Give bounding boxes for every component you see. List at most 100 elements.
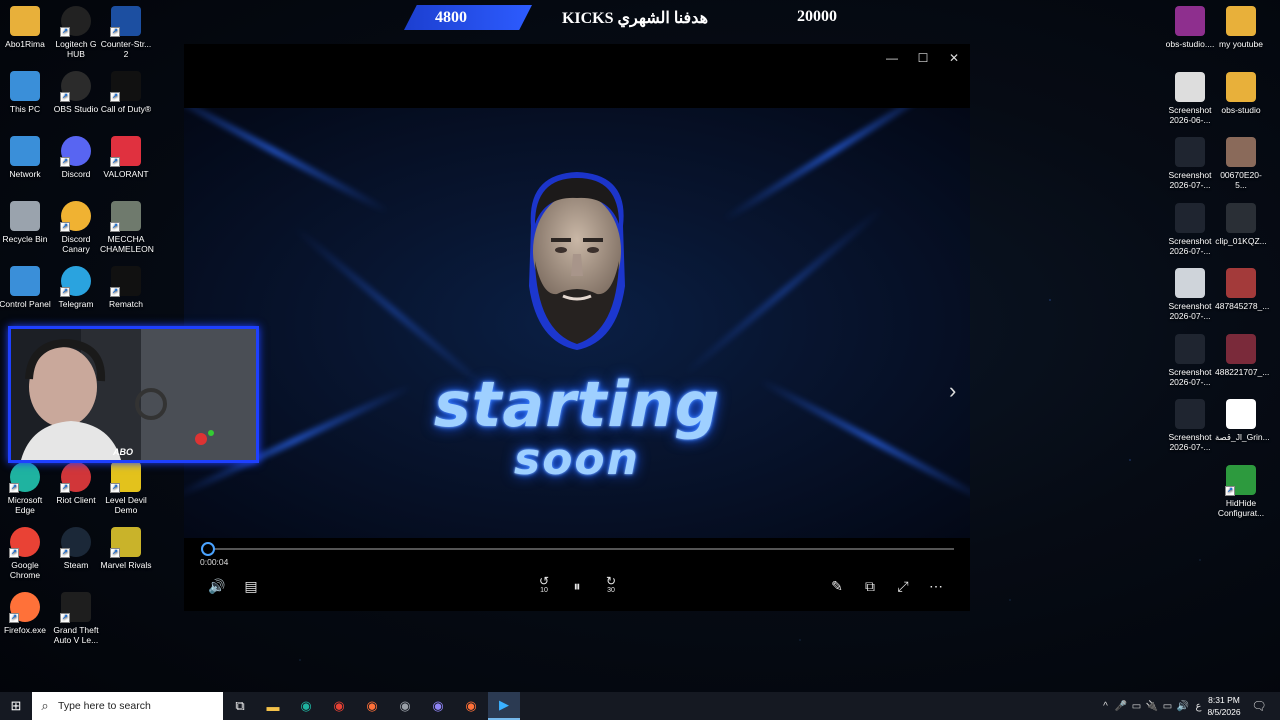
desktop-icon-call-of-duty[interactable]: ↗ Call of Duty® [100, 71, 152, 114]
speaker-icon[interactable]: 🔊 [1176, 692, 1191, 720]
volume-icon[interactable]: 🔊 [205, 574, 229, 598]
desktop-icon-label: Steam [63, 560, 89, 570]
desktop-icon-folder[interactable]: Abo1Rima [0, 6, 51, 49]
rewind-10-button[interactable]: ↺ 10 [532, 574, 556, 598]
desktop-icon-video-file[interactable]: قصة_Jl_Grin... [1215, 399, 1270, 442]
forward-30-button[interactable]: ↻ 30 [599, 574, 623, 598]
close-button[interactable]: ✕ [939, 48, 969, 68]
desktop-icon-screenshot[interactable]: Screenshot 2026-07-... [1164, 137, 1216, 190]
start-button[interactable]: ⊞ [0, 692, 32, 720]
shortcut-arrow-icon: ↗ [60, 613, 70, 623]
shortcut-arrow-icon: ↗ [60, 287, 70, 297]
desktop-icon-valorant[interactable]: ↗ VALORANT [100, 136, 152, 179]
display-icon[interactable]: ▭ [1160, 692, 1175, 720]
desktop-icon-rematch[interactable]: ↗ Rematch [100, 266, 152, 309]
desktop-icon-screenshot[interactable]: Screenshot 2026-07-... [1164, 268, 1216, 321]
folder-icon [1226, 6, 1256, 36]
desktop-icon-steam[interactable]: ↗ Steam [50, 527, 102, 570]
desktop-icon-obs[interactable]: ↗ OBS Studio [50, 71, 102, 114]
desktop-icon-marvel-rivals[interactable]: ↗ Marvel Rivals [100, 527, 152, 570]
desktop-icon-edge[interactable]: ↗ Microsoft Edge [0, 462, 51, 515]
miniplayer-icon[interactable]: ⧉ [858, 574, 882, 598]
desktop-icon-winrar[interactable]: obs-studio.... [1164, 6, 1216, 49]
next-arrow-icon[interactable]: › [949, 378, 956, 404]
clock-time: 8:31 PM [1208, 695, 1240, 705]
starting-soon-title: starting soon [406, 373, 748, 483]
desktop-icon-screenshot[interactable]: Screenshot 2026-07-... [1164, 399, 1216, 452]
chrome-icon[interactable]: ◉ [323, 692, 355, 720]
desktop-icon-control-panel[interactable]: Control Panel [0, 266, 51, 309]
desktop-icon-screenshot[interactable]: Screenshot 2026-07-... [1164, 333, 1216, 387]
show-hidden-icons-icon[interactable]: ^ [1098, 692, 1113, 720]
video-file-icon [1226, 399, 1256, 429]
desktop-icon-image[interactable]: 00670E20-5... [1215, 137, 1267, 190]
desktop-icon-label: Level Devil Demo [105, 495, 147, 515]
desktop-icon-telegram[interactable]: ↗ Telegram [50, 266, 102, 309]
desktop-icon-logitech-g[interactable]: ↗ Logitech G HUB [50, 6, 102, 59]
desktop-icon-label: Discord [61, 169, 91, 179]
video-frame[interactable]: starting soon › [184, 108, 970, 538]
desktop-icon-label: Telegram [58, 299, 94, 309]
desktop-icon-screenshot[interactable]: Screenshot 2026-06-... [1164, 71, 1216, 125]
file-explorer-icon[interactable]: ▬ [257, 692, 289, 720]
desktop-icon-chrome[interactable]: ↗ Google Chrome [0, 527, 51, 580]
desktop-icon-recycle-bin[interactable]: Recycle Bin [0, 201, 51, 244]
shortcut-arrow-icon: ↗ [9, 483, 19, 493]
seek-thumb[interactable] [201, 542, 215, 556]
notification-icon[interactable]: 🗨 [1248, 692, 1270, 720]
desktop-icon-counter-strike[interactable]: ↗ Counter-Str... 2 [100, 6, 152, 59]
firefox-icon[interactable]: ◉ [455, 692, 487, 720]
recycle-bin-icon [10, 201, 40, 231]
power-icon[interactable]: 🔌 [1145, 692, 1160, 720]
desktop-icon-riot[interactable]: ↗ Riot Client [50, 462, 102, 505]
hidhide-icon: ↗ [1225, 464, 1256, 496]
desktop-icon-discord[interactable]: ↗ Discord [50, 136, 102, 179]
subtitles-icon[interactable]: ▤ [239, 574, 263, 598]
desktop-icon-game[interactable]: ↗ MECCHA CHAMELEON [100, 201, 154, 254]
network-icon [10, 136, 40, 166]
desktop-icon-firefox[interactable]: ↗ Firefox.exe [0, 592, 51, 635]
taskbar-search-box[interactable]: ⌕ Type here to search [32, 692, 223, 720]
webcam-name-tag: ABO [113, 447, 133, 457]
minimize-button[interactable]: — [877, 48, 907, 68]
desktop-icon-label: 00670E20-5... [1220, 170, 1262, 190]
obs-icon: ↗ [60, 71, 91, 102]
more-options-icon[interactable]: ⋯ [924, 574, 948, 598]
desktop-icon-hidhide[interactable]: ↗ HidHide Configurat... [1215, 464, 1267, 518]
maximize-button[interactable]: ☐ [908, 48, 938, 68]
webcam-feed [11, 329, 256, 460]
task-view-button[interactable]: ⧉ [224, 692, 256, 720]
desktop-icon-label: Riot Client [56, 495, 96, 505]
counter-strike-icon: ↗ [110, 6, 141, 37]
desktop-icon-screenshot[interactable]: Screenshot 2026-07-... [1164, 202, 1216, 256]
desktop-icon-level-devil[interactable]: ↗ Level Devil Demo [100, 462, 152, 515]
firefox-icon[interactable]: ◉ [356, 692, 388, 720]
media-player-window[interactable]: — ☐ ✕ starting soon › 0:00:04 🔊 ▤ ↺ 10 ⏸… [184, 44, 970, 611]
desktop-icon-computer[interactable]: This PC [0, 71, 51, 114]
device-icon[interactable]: ▭ [1129, 692, 1144, 720]
obs-icon[interactable]: ◉ [389, 692, 421, 720]
image-icon [1226, 137, 1256, 167]
microphone-icon[interactable]: 🎤 [1114, 692, 1129, 720]
media-player-icon[interactable]: ▶ [488, 692, 520, 720]
pause-button[interactable]: ⏸ [565, 574, 589, 598]
desktop-icon-image[interactable]: 488221707_... [1215, 333, 1270, 377]
shortcut-arrow-icon: ↗ [1225, 485, 1235, 496]
desktop-icon-label: 488221707_... [1215, 366, 1270, 377]
fullscreen-icon[interactable]: ⤢ [891, 574, 915, 598]
edit-icon[interactable]: ✎ [825, 574, 849, 598]
desktop-icon-gta[interactable]: ↗ Grand Theft Auto V Le... [50, 592, 102, 645]
discord-icon: ↗ [60, 136, 91, 167]
seek-bar[interactable] [202, 548, 954, 550]
image-icon [1226, 333, 1256, 364]
desktop-icon-image[interactable]: 487845278_... [1215, 268, 1269, 311]
desktop-icon-discord-canary[interactable]: ↗ Discord Canary [50, 201, 102, 254]
edge-icon[interactable]: ◉ [290, 692, 322, 720]
desktop-icon-video-clip[interactable]: clip_01KQZ... [1215, 202, 1267, 246]
taskbar-clock[interactable]: 8:31 PM 8/5/2026 [1204, 694, 1244, 718]
shortcut-arrow-icon: ↗ [110, 287, 120, 297]
discord-canary-icon[interactable]: ◉ [422, 692, 454, 720]
desktop-icon-folder[interactable]: my youtube [1215, 6, 1267, 49]
desktop-icon-folder[interactable]: obs-studio [1215, 71, 1267, 115]
desktop-icon-network[interactable]: Network [0, 136, 51, 179]
